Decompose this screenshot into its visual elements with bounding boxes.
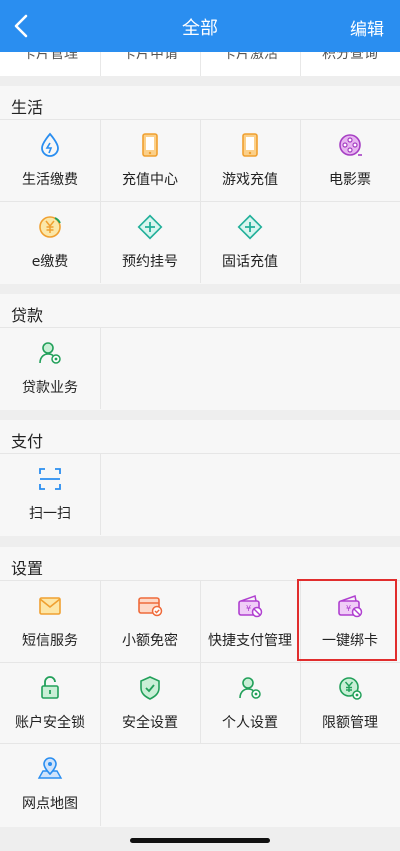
section-life: 生活 生活缴费 充值中心 游戏充值 电影票 e缴费 预约挂号 固话充值	[0, 86, 400, 284]
card-check-icon	[138, 597, 163, 617]
section-title: 贷款	[11, 306, 44, 325]
grid-item-label: 扫一扫	[29, 506, 71, 522]
medical-cross-icon	[237, 214, 263, 240]
grid-item-label: 快捷支付管理	[208, 633, 292, 649]
grid-item-quick-pay-manage[interactable]: ¥ 快捷支付管理	[200, 582, 300, 662]
grid-item-small-amount-no-pwd[interactable]: 小额免密	[100, 582, 200, 662]
scan-icon	[39, 468, 61, 490]
divider	[0, 453, 400, 454]
user-gear-icon	[239, 677, 261, 699]
grid-item-personal-settings[interactable]: 个人设置	[200, 664, 300, 744]
top-nav-bar: 全部 编辑	[0, 0, 400, 52]
points-query-item[interactable]: 积分查询	[300, 52, 400, 63]
section-payment: 支付 扫一扫	[0, 420, 400, 536]
phone-icon	[242, 133, 258, 157]
yuan-coin-icon	[39, 216, 61, 238]
water-drop-icon	[41, 132, 59, 157]
grid-item-life-payment[interactable]: 生活缴费	[0, 121, 100, 201]
grid-item-movie-ticket[interactable]: 电影票	[300, 121, 400, 201]
envelope-icon	[39, 597, 61, 615]
grid-item-label: 生活缴费	[22, 172, 78, 188]
grid-item-label: 贷款业务	[22, 380, 78, 396]
svg-text:¥: ¥	[246, 604, 251, 613]
grid-item-label: 短信服务	[22, 633, 78, 649]
wallet-ban-icon: ¥	[238, 595, 263, 618]
grid-item-label: 预约挂号	[122, 254, 178, 270]
grid-item-sms-service[interactable]: 短信服务	[0, 582, 100, 662]
grid-item-security-settings[interactable]: 安全设置	[100, 664, 200, 744]
grid-item-label: 小额免密	[122, 633, 178, 649]
grid-item-limit-management[interactable]: 限额管理	[300, 664, 400, 744]
scrolled-cards-row: 卡片管理 卡片申请 卡片激活 积分查询	[0, 52, 400, 76]
medical-cross-icon	[137, 214, 163, 240]
divider	[100, 327, 101, 409]
yuan-gear-icon	[339, 677, 362, 700]
highlight-box	[297, 579, 397, 661]
divider	[0, 327, 400, 328]
grid-item-scan[interactable]: 扫一扫	[0, 455, 100, 535]
card-apply-item[interactable]: 卡片申请	[100, 52, 200, 63]
shield-check-icon	[140, 676, 160, 700]
home-indicator	[130, 838, 270, 843]
edit-button[interactable]: 编辑	[350, 15, 384, 40]
grid-item-account-lock[interactable]: 账户安全锁	[0, 664, 100, 744]
section-loan: 贷款 贷款业务	[0, 294, 400, 410]
grid-item-top-up-center[interactable]: 充值中心	[100, 121, 200, 201]
grid-item-appointment[interactable]: 预约挂号	[100, 203, 200, 283]
section-title: 支付	[11, 432, 44, 451]
grid-item-branch-map[interactable]: 网点地图	[0, 745, 100, 825]
section-title: 设置	[11, 559, 44, 578]
grid-item-game-top-up[interactable]: 游戏充值	[200, 121, 300, 201]
grid-item-label: 固话充值	[222, 254, 278, 270]
grid-item-label: 账户安全锁	[15, 715, 85, 731]
lock-icon	[41, 676, 59, 699]
card-manage-item[interactable]: 卡片管理	[0, 52, 100, 63]
page-title: 全部	[182, 18, 218, 39]
film-reel-icon	[339, 134, 362, 156]
phone-icon	[142, 133, 158, 157]
grid-item-e-payment[interactable]: e缴费	[0, 203, 100, 283]
grid-item-label: 网点地图	[22, 796, 78, 812]
grid-item-label: 游戏充值	[222, 172, 278, 188]
grid-item-label: 电影票	[329, 172, 371, 188]
section-title: 生活	[11, 98, 44, 117]
grid-item-label: 个人设置	[222, 715, 278, 731]
card-activate-item[interactable]: 卡片激活	[200, 52, 300, 63]
map-pin-icon	[37, 757, 63, 779]
grid-item-label: 限额管理	[322, 715, 378, 731]
grid-item-loan-business[interactable]: 贷款业务	[0, 329, 100, 409]
grid-item-landline-top-up[interactable]: 固话充值	[200, 203, 300, 283]
grid-item-label: 安全设置	[122, 715, 178, 731]
divider	[100, 453, 101, 535]
grid-item-label: 充值中心	[122, 172, 178, 188]
user-gear-icon	[39, 342, 61, 364]
grid-item-label: e缴费	[31, 254, 69, 270]
